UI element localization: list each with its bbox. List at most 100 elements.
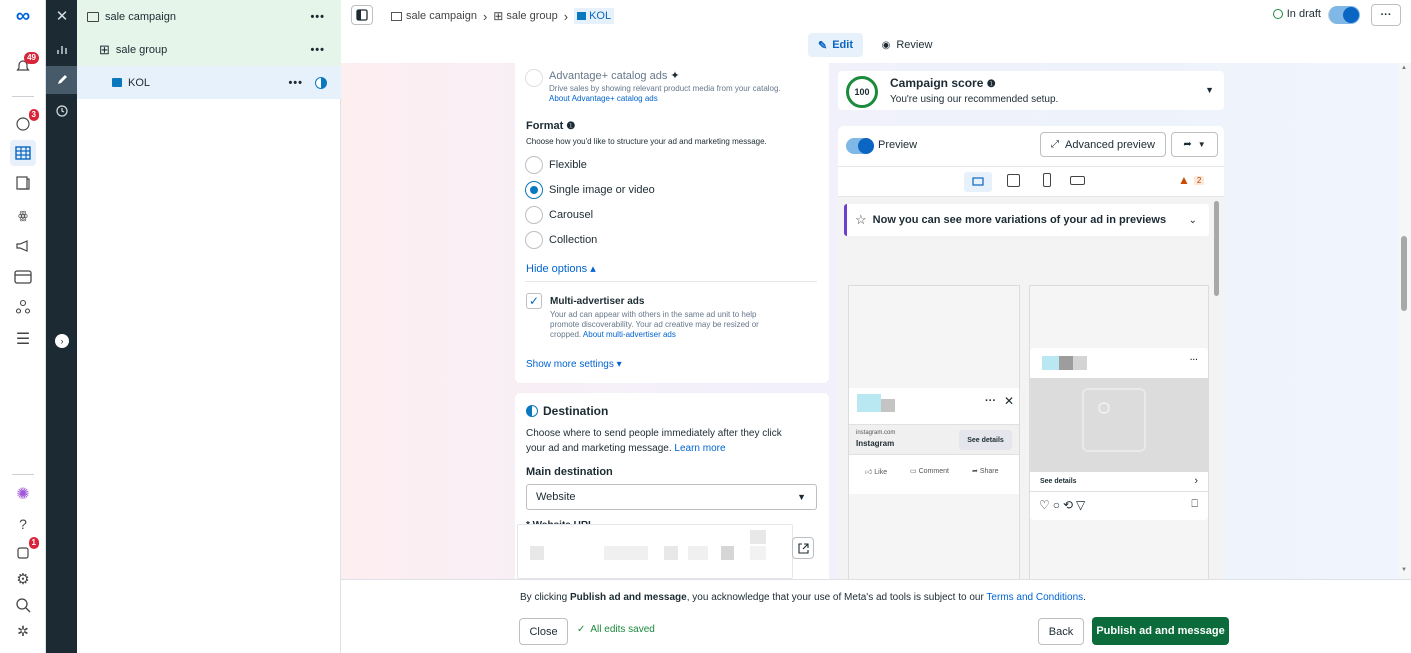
score-desc: You're using our recommended setup. bbox=[890, 94, 1059, 105]
help-icon[interactable]: ? bbox=[13, 514, 33, 534]
meta-logo[interactable]: ∞ bbox=[10, 5, 36, 27]
preview-toggle[interactable] bbox=[846, 138, 874, 154]
toggle-panel-button[interactable] bbox=[351, 5, 373, 25]
history-clock-icon[interactable] bbox=[52, 101, 72, 121]
landscape-placement-icon[interactable] bbox=[1070, 176, 1085, 185]
breadcrumb-campaign[interactable]: sale campaign bbox=[406, 10, 477, 22]
radio-flexible[interactable] bbox=[525, 156, 543, 174]
edit-tab[interactable]: ✎ Edit bbox=[808, 33, 863, 57]
single-label: Single image or video bbox=[549, 184, 655, 196]
expand-chevron-icon[interactable]: › bbox=[52, 331, 72, 351]
tree-row-ad[interactable]: KOL ••• bbox=[77, 66, 341, 99]
billing-card-icon[interactable] bbox=[13, 267, 33, 287]
caret-down-icon[interactable]: ▼ bbox=[1205, 85, 1214, 95]
draft-status-icon bbox=[315, 76, 327, 89]
radio-single[interactable] bbox=[525, 181, 543, 199]
format-option-carousel[interactable]: Carousel bbox=[525, 206, 593, 224]
warning-count: 2 bbox=[1193, 175, 1205, 185]
story-placement-icon[interactable] bbox=[1043, 173, 1051, 187]
business-network-icon[interactable] bbox=[13, 297, 33, 317]
main-destination-value: Website bbox=[536, 491, 576, 503]
review-tab-label: Review bbox=[896, 39, 933, 51]
menu-icon[interactable]: ☰ bbox=[13, 329, 33, 349]
bar-chart-icon[interactable] bbox=[52, 39, 72, 59]
format-option-collection[interactable]: Collection bbox=[525, 231, 597, 249]
ads-manager-table-icon[interactable] bbox=[10, 140, 36, 166]
megaphone-icon[interactable] bbox=[13, 236, 33, 256]
ad-more-button[interactable]: ••• bbox=[288, 77, 303, 89]
campaign-more-button[interactable]: ••• bbox=[310, 11, 325, 23]
catalog-link[interactable]: About Advantage+ catalog ads bbox=[549, 94, 781, 103]
expand-icon: ⤢ bbox=[1051, 139, 1060, 150]
breadcrumb-adset[interactable]: sale group bbox=[506, 10, 557, 22]
tree-row-campaign[interactable]: sale campaign ••• bbox=[77, 0, 341, 33]
draft-circle-icon bbox=[1272, 9, 1283, 19]
ig-domain: instagram.com bbox=[856, 430, 896, 436]
open-url-button[interactable] bbox=[792, 537, 814, 559]
radio-collection[interactable] bbox=[525, 231, 543, 249]
variations-banner[interactable]: ☆ Now you can see more variations of you… bbox=[844, 204, 1209, 236]
scroll-down-icon: ▼ bbox=[1401, 567, 1407, 573]
tree-toolbar: ✕ › bbox=[46, 0, 77, 653]
learn-more-link[interactable]: Learn more bbox=[674, 443, 725, 454]
cta-bar: instagram.com Instagram See details bbox=[849, 424, 1019, 454]
website-url-input[interactable] bbox=[517, 524, 793, 579]
ai-sparkle-icon[interactable]: ✺ bbox=[13, 484, 33, 504]
audiences-icon[interactable]: ꙮ bbox=[13, 205, 33, 225]
announcements-icon[interactable]: 1 bbox=[13, 537, 39, 562]
instagram-preview-frame: ··· See details › ♡○⟲▽ ⎕ bbox=[1029, 285, 1209, 579]
multi-advertiser-checkbox[interactable]: ✓ bbox=[526, 293, 542, 309]
see-details-button[interactable]: See details bbox=[959, 430, 1012, 450]
radio-carousel[interactable] bbox=[525, 206, 543, 224]
close-button[interactable]: Close bbox=[519, 618, 568, 645]
tree-row-adset[interactable]: ⊞ sale group ••• bbox=[77, 33, 341, 66]
publish-button[interactable]: Publish ad and message bbox=[1092, 617, 1229, 645]
publish-toggle[interactable] bbox=[1328, 6, 1360, 24]
caret-down-icon: ▼ bbox=[1197, 140, 1206, 149]
banner-text: Now you can see more variations of your … bbox=[872, 214, 1167, 226]
left-nav-rail: ∞ 49 3 ꙮ ☰ ✺ ? 1 ⚙ ✲ bbox=[0, 0, 46, 653]
warnings-indicator[interactable]: ▲ 2 bbox=[1178, 173, 1205, 187]
back-button[interactable]: Back bbox=[1038, 618, 1084, 645]
multi-link[interactable]: About multi-advertiser ads bbox=[583, 330, 676, 339]
preview-label: Preview bbox=[878, 139, 918, 151]
adset-more-button[interactable]: ••• bbox=[310, 44, 325, 56]
more-options-button[interactable]: ··· bbox=[1371, 4, 1401, 26]
carousel-label: Carousel bbox=[549, 209, 594, 221]
ig-image-placeholder bbox=[1030, 378, 1208, 472]
square-placement-icon[interactable] bbox=[1007, 174, 1020, 187]
warning-icon: ▲ bbox=[1178, 173, 1190, 187]
hide-options-link[interactable]: Hide options ▴ bbox=[526, 262, 596, 275]
save-status: ✓ All edits saved bbox=[577, 624, 655, 635]
campaign-score-card[interactable]: 100 Campaign score ❶ You're using our re… bbox=[838, 71, 1224, 110]
preview-scrollbar[interactable] bbox=[1214, 201, 1219, 296]
folder-icon bbox=[391, 11, 402, 21]
catalog-radio[interactable] bbox=[525, 69, 543, 87]
close-icon[interactable]: ✕ bbox=[52, 6, 72, 26]
advanced-preview-button[interactable]: ⤢ Advanced preview bbox=[1040, 132, 1166, 157]
notifications-icon[interactable]: 49 bbox=[13, 52, 39, 77]
ad-icon bbox=[112, 78, 122, 87]
settings-gear-icon[interactable]: ⚙ bbox=[13, 569, 33, 589]
bookmark-icon: ⎕ bbox=[1191, 498, 1198, 510]
messages-icon[interactable]: 3 bbox=[13, 109, 39, 134]
pencil-icon[interactable] bbox=[52, 70, 72, 90]
catalog-icon[interactable] bbox=[13, 173, 33, 193]
search-icon[interactable] bbox=[13, 595, 33, 615]
desktop-feed-icon[interactable] bbox=[964, 172, 992, 192]
format-option-flexible[interactable]: Flexible bbox=[525, 156, 587, 174]
breadcrumb-ad[interactable]: KOL bbox=[574, 8, 615, 24]
catalog-ads-option[interactable]: Advantage+ catalog ads ✦ Drive sales by … bbox=[525, 69, 781, 103]
draft-status: In draft bbox=[1272, 8, 1321, 20]
terms-link[interactable]: Terms and Conditions bbox=[986, 592, 1083, 603]
show-more-settings-link[interactable]: Show more settings ▾ bbox=[526, 359, 622, 370]
review-tab[interactable]: ◉ Review bbox=[872, 33, 942, 57]
page-scrollbar[interactable]: ▲ ▼ bbox=[1398, 63, 1411, 579]
share-preview-button[interactable]: ➦ ▼ bbox=[1171, 132, 1218, 157]
report-bug-icon[interactable]: ✲ bbox=[13, 621, 33, 641]
format-option-single[interactable]: Single image or video bbox=[525, 181, 655, 199]
main-destination-select[interactable]: Website ▼ bbox=[526, 484, 817, 510]
campaign-tree: sale campaign ••• ⊞ sale group ••• KOL •… bbox=[77, 0, 341, 653]
comment-icon: ▭ bbox=[910, 468, 917, 475]
breadcrumb-ad-label: KOL bbox=[589, 10, 612, 22]
